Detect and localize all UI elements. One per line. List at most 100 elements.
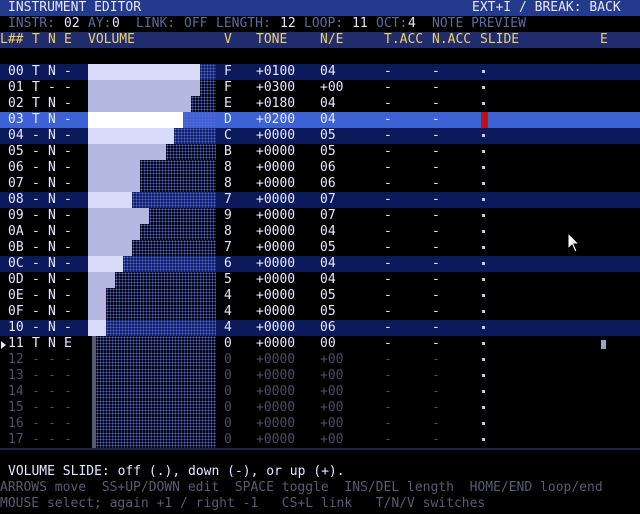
row-noise-acc[interactable]: - [432, 224, 440, 240]
row-line[interactable]: 0D [8, 272, 24, 288]
link-value[interactable]: OFF [184, 16, 207, 32]
row-noise-envelope[interactable]: 07 [320, 208, 336, 224]
row-line[interactable]: 11 [8, 336, 24, 352]
length-value[interactable]: 12 [280, 16, 296, 32]
row-volume-hex[interactable]: B [224, 144, 232, 160]
row-line[interactable]: 00 [8, 64, 24, 80]
row-line[interactable]: 02 [8, 96, 24, 112]
row-envelope-flag[interactable]: - [64, 112, 72, 128]
row-tone[interactable]: +0180 [256, 96, 295, 112]
row-noise-flag[interactable]: N [48, 176, 56, 192]
row-noise-flag[interactable]: - [48, 368, 56, 384]
row-line[interactable]: 16 [8, 416, 24, 432]
row-tone-flag[interactable]: - [32, 144, 40, 160]
row-tone-flag[interactable]: - [32, 432, 40, 448]
table-row[interactable]: 0E - N -4 +0000 05- - [0, 288, 640, 304]
row-noise-acc[interactable]: - [432, 128, 440, 144]
volume-bar[interactable] [88, 368, 216, 384]
row-volume-hex[interactable]: 0 [224, 352, 232, 368]
table-row[interactable]: 05- N - B +0000 05- - [0, 144, 640, 160]
row-tone-flag[interactable]: T [32, 96, 40, 112]
row-tone-acc[interactable]: - [384, 384, 392, 400]
row-volume-hex[interactable]: 0 [224, 384, 232, 400]
row-tone-acc[interactable]: - [384, 304, 392, 320]
table-row[interactable]: 0B - N -7 +0000 05- - [0, 240, 640, 256]
volume-bar[interactable] [88, 432, 216, 448]
row-noise-flag[interactable]: N [48, 112, 56, 128]
row-tone-flag[interactable]: - [32, 384, 40, 400]
row-line[interactable]: 10 [8, 320, 24, 336]
row-envelope-flag[interactable]: - [64, 272, 72, 288]
row-volume-hex[interactable]: 8 [224, 176, 232, 192]
row-envelope-flag[interactable]: - [64, 304, 72, 320]
row-tone-acc[interactable]: - [384, 432, 392, 448]
volume-bar[interactable] [88, 192, 216, 208]
row-noise-acc[interactable]: - [432, 160, 440, 176]
row-noise-acc[interactable]: - [432, 368, 440, 384]
row-volume-hex[interactable]: 8 [224, 160, 232, 176]
row-tone-flag[interactable]: - [32, 272, 40, 288]
row-line[interactable]: 14 [8, 384, 24, 400]
row-tone[interactable]: +0000 [256, 208, 295, 224]
row-tone[interactable]: +0000 [256, 336, 295, 352]
slide-off-dot[interactable] [482, 390, 485, 393]
row-envelope-flag[interactable]: E [64, 336, 72, 352]
row-noise-envelope[interactable]: 05 [320, 240, 336, 256]
slide-cursor[interactable] [481, 112, 488, 128]
slide-off-dot[interactable] [482, 134, 485, 137]
row-envelope-flag[interactable]: - [64, 80, 72, 96]
row-line[interactable]: 04 [8, 128, 24, 144]
row-noise-envelope[interactable]: 05 [320, 144, 336, 160]
row-volume-hex[interactable]: 4 [224, 320, 232, 336]
row-tone[interactable]: +0300 [256, 80, 295, 96]
volume-bar[interactable] [88, 224, 216, 240]
row-line[interactable]: 0B [8, 240, 24, 256]
row-envelope-flag[interactable]: - [64, 288, 72, 304]
row-tone-acc[interactable]: - [384, 144, 392, 160]
row-volume-hex[interactable]: 0 [224, 336, 232, 352]
row-line[interactable]: 0F [8, 304, 24, 320]
back-hint[interactable]: EXT+I / BREAK: BACK [472, 0, 621, 16]
row-line[interactable]: 0E [8, 288, 24, 304]
row-tone-flag[interactable]: - [32, 304, 40, 320]
row-tone[interactable]: +0000 [256, 304, 295, 320]
row-noise-envelope[interactable]: 05 [320, 304, 336, 320]
row-noise-acc[interactable]: - [432, 352, 440, 368]
row-envelope-flag[interactable]: - [64, 240, 72, 256]
row-volume-hex[interactable]: D [224, 112, 232, 128]
row-noise-acc[interactable]: - [432, 80, 440, 96]
row-noise-flag[interactable]: - [48, 80, 56, 96]
instr-value[interactable]: 02 [64, 16, 80, 32]
row-noise-acc[interactable]: - [432, 208, 440, 224]
slide-off-dot[interactable] [482, 102, 485, 105]
row-tone-flag[interactable]: - [32, 240, 40, 256]
row-noise-envelope[interactable]: +00 [320, 400, 343, 416]
row-tone[interactable]: +0000 [256, 416, 295, 432]
row-tone-flag[interactable]: - [32, 368, 40, 384]
row-tone-flag[interactable]: - [32, 352, 40, 368]
row-noise-envelope[interactable]: 04 [320, 112, 336, 128]
row-volume-hex[interactable]: 0 [224, 432, 232, 448]
row-noise-envelope[interactable]: 05 [320, 288, 336, 304]
row-envelope-flag[interactable]: - [64, 144, 72, 160]
row-tone-flag[interactable]: - [32, 224, 40, 240]
row-volume-hex[interactable]: 4 [224, 288, 232, 304]
slide-off-dot[interactable] [482, 262, 485, 265]
slide-off-dot[interactable] [482, 326, 485, 329]
row-tone-acc[interactable]: - [384, 160, 392, 176]
row-noise-acc[interactable]: - [432, 272, 440, 288]
row-tone[interactable]: +0000 [256, 352, 295, 368]
row-tone-acc[interactable]: - [384, 416, 392, 432]
row-tone[interactable]: +0000 [256, 400, 295, 416]
slide-off-dot[interactable] [482, 150, 485, 153]
row-envelope-flag[interactable]: - [64, 160, 72, 176]
row-envelope-flag[interactable]: - [64, 352, 72, 368]
row-noise-flag[interactable]: - [48, 352, 56, 368]
row-tone-acc[interactable]: - [384, 400, 392, 416]
table-row[interactable]: 00 T N - F +0100 04- - [0, 64, 640, 80]
row-tone-acc[interactable]: - [384, 208, 392, 224]
slide-off-dot[interactable] [482, 230, 485, 233]
row-line[interactable]: 08 [8, 192, 24, 208]
row-tone[interactable]: +0200 [256, 112, 295, 128]
table-row[interactable]: 07- N -8 +0000 06- - [0, 176, 640, 192]
